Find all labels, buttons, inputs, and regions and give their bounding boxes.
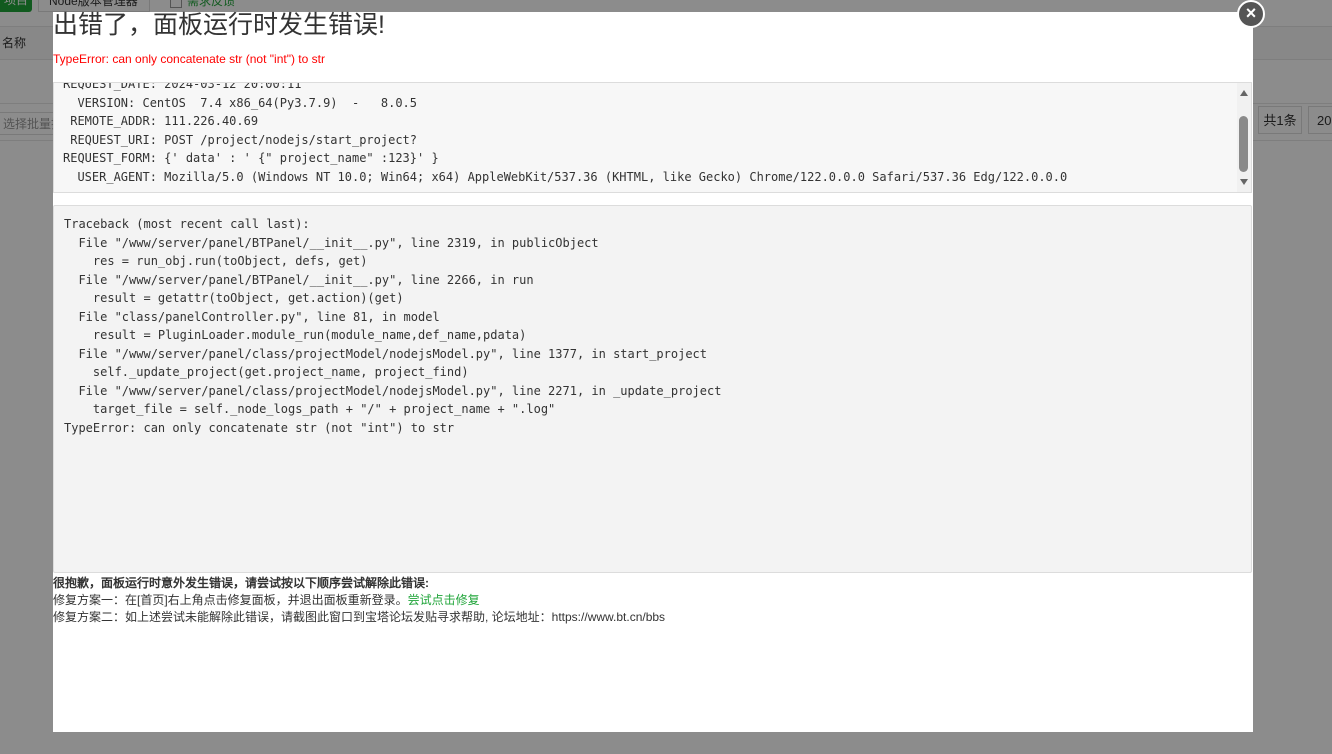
request-info-panel[interactable]: REQUEST_DATE: 2024-03-12 20:00:11 VERSIO…: [53, 82, 1252, 193]
traceback-line: res = run_obj.run(toObject, defs, get): [64, 254, 368, 268]
request-info-line: VERSION: CentOS 7.4 x86_64(Py3.7.9) - 8.…: [63, 95, 418, 110]
traceback-line: target_file = self._node_logs_path + "/"…: [64, 402, 556, 416]
traceback-text: Traceback (most recent call last): File …: [64, 215, 721, 437]
traceback-panel: Traceback (most recent call last): File …: [53, 205, 1252, 573]
request-info-line: USER_AGENT: Mozilla/5.0 (Windows NT 10.0…: [63, 169, 1068, 184]
error-dialog: 出错了，面板运行时发生错误! TypeError: can only conca…: [53, 0, 1265, 732]
fix-option-1: 修复方案一：在[首页]右上角点击修复面板，并退出面板重新登录。尝试点击修复: [53, 592, 665, 609]
fix-option-1-text: 修复方案一：在[首页]右上角点击修复面板，并退出面板重新登录。: [53, 593, 408, 607]
dialog-title: 出错了，面板运行时发生错误!: [53, 11, 385, 39]
traceback-line: result = PluginLoader.module_run(module_…: [64, 328, 527, 342]
traceback-line: self._update_project(get.project_name, p…: [64, 365, 469, 379]
request-info-line: REQUEST_DATE: 2024-03-12 20:00:11: [63, 82, 302, 91]
traceback-line: Traceback (most recent call last):: [64, 217, 310, 231]
help-section: 很抱歉，面板运行时意外发生错误，请尝试按以下顺序尝试解除此错误: 修复方案一：在…: [53, 575, 665, 626]
request-info-line: REMOTE_ADDR: 111.226.40.69: [63, 114, 259, 128]
error-summary: TypeError: can only concatenate str (not…: [53, 52, 325, 66]
traceback-line: File "/www/server/panel/BTPanel/__init__…: [64, 235, 599, 250]
request-info-text: REQUEST_DATE: 2024-03-12 20:00:11 VERSIO…: [63, 82, 1068, 186]
scrollbar-thumb[interactable]: [1239, 116, 1248, 172]
traceback-line: File "/www/server/panel/class/projectMod…: [64, 346, 707, 361]
traceback-line: result = getattr(toObject, get.action)(g…: [64, 291, 404, 305]
traceback-line: File "class/panelController.py", line 81…: [64, 309, 440, 324]
traceback-line: TypeError: can only concatenate str (not…: [64, 420, 455, 435]
traceback-line: File "/www/server/panel/class/projectMod…: [64, 383, 722, 398]
request-info-line: REQUEST_URI: POST /project/nodejs/start_…: [63, 132, 418, 147]
scroll-up-icon[interactable]: [1240, 90, 1248, 96]
traceback-line: File "/www/server/panel/BTPanel/__init__…: [64, 272, 534, 287]
fix-option-2: 修复方案二：如上述尝试未能解除此错误，请截图此窗口到宝塔论坛发贴寻求帮助, 论坛…: [53, 610, 666, 624]
try-fix-link[interactable]: 尝试点击修复: [408, 593, 480, 607]
close-icon[interactable]: ×: [1237, 0, 1265, 28]
request-info-scrollbar[interactable]: [1237, 83, 1251, 192]
request-info-line: REQUEST_FORM: {' data' : ' {" project_na…: [63, 151, 439, 165]
help-heading: 很抱歉，面板运行时意外发生错误，请尝试按以下顺序尝试解除此错误:: [53, 576, 429, 590]
scroll-down-icon[interactable]: [1240, 179, 1248, 185]
